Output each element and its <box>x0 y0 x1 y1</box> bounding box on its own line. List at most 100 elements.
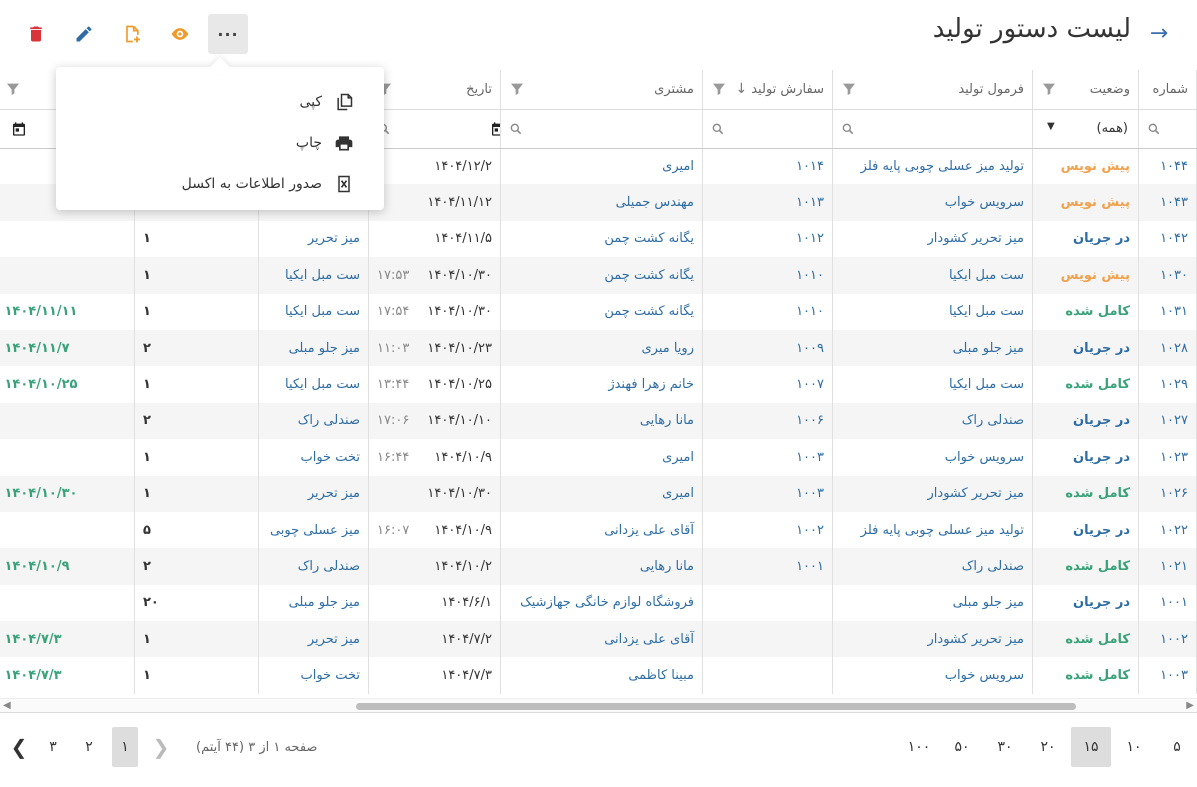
table-row[interactable]: ۱۰۲۱ کامل شده صندلی راک ۱۰۰۱ مانا رهایی ۱۴۰۴/… <box>0 548 1197 585</box>
cell-product[interactable]: ست مبل ایکیا <box>258 293 369 330</box>
edit-button[interactable] <box>64 14 104 54</box>
col-header-status[interactable]: وضعیت <box>1032 70 1139 110</box>
cell-formula[interactable]: سرویس خواب <box>832 184 1033 221</box>
page-size-option[interactable]: ۵ <box>1157 727 1197 767</box>
cell-product[interactable]: میز عسلی چوبی <box>258 511 369 549</box>
view-button[interactable] <box>160 14 200 54</box>
page-number-button[interactable]: ۳ <box>40 727 66 767</box>
cell-formula[interactable]: تولید میز عسلی چوبی پایه فلز <box>832 511 1033 549</box>
filter-icon[interactable] <box>1041 81 1057 97</box>
table-row[interactable]: ۱۰۳۱ کامل شده ست مبل ایکیا ۱۰۱۰ یگانه کشت چم… <box>0 293 1197 330</box>
prev-page-icon[interactable]: ❯ <box>148 727 174 767</box>
cell-formula[interactable]: سرویس خواب <box>832 657 1033 694</box>
cell-customer[interactable]: امیری <box>500 439 703 476</box>
page-size-option[interactable]: ۵۰ <box>942 727 982 767</box>
cell-product[interactable]: میز تحریر <box>258 621 369 658</box>
table-row[interactable]: ۱۰۰۳ کامل شده سرویس خواب مبینا کاظمی ۱۴۰۴/۷/… <box>0 657 1197 694</box>
col-header-customer[interactable]: مشتری <box>500 70 703 110</box>
col-header-number[interactable]: شماره <box>1138 70 1197 110</box>
table-row[interactable]: ۱۰۲۳ در جریان سرویس خواب ۱۰۰۳ امیری ۱۴۰۴/۱۰/۹… <box>0 439 1197 476</box>
table-row[interactable]: ۱۰۳۰ پیش نویس ست مبل ایکیا ۱۰۱۰ یگانه کشت چم… <box>0 257 1197 294</box>
cell-customer[interactable]: مبینا کاظمی <box>500 657 703 694</box>
cell-formula[interactable]: صندلی راک <box>832 402 1033 440</box>
cell-formula[interactable]: ست مبل ایکیا <box>832 293 1033 330</box>
table-row[interactable]: ۱۰۰۲ کامل شده میز تحریر کشودار آقای علی یزد… <box>0 621 1197 658</box>
cell-product[interactable]: صندلی راک <box>258 402 369 440</box>
scroll-left-icon[interactable]: ◀ <box>3 700 11 711</box>
cell-customer[interactable]: مانا رهایی <box>500 548 703 585</box>
table-row[interactable]: ۱۰۰۱ در جریان میز جلو مبلی فروشگاه لوازم خا… <box>0 584 1197 622</box>
cell-customer[interactable]: رویا میری <box>500 329 703 367</box>
col-header-order[interactable]: سفارش تولید↓ <box>702 70 833 110</box>
cell-formula[interactable]: ست مبل ایکیا <box>832 366 1033 403</box>
table-row[interactable]: ۱۰۴۲ در جریان میز تحریر کشودار ۱۰۱۲ یگانه کش… <box>0 220 1197 258</box>
filter-cell-formula[interactable] <box>832 109 1033 149</box>
table-row[interactable]: ۱۰۲۶ کامل شده میز تحریر کشودار ۱۰۰۳ امیری ۱۴۰… <box>0 475 1197 512</box>
cell-customer[interactable]: امیری <box>500 148 703 185</box>
cell-formula[interactable]: ست مبل ایکیا <box>832 257 1033 294</box>
calendar-icon[interactable] <box>11 121 27 137</box>
page-size-option[interactable]: ۱۵ <box>1071 727 1111 767</box>
cell-product[interactable]: میز جلو مبلی <box>258 584 369 622</box>
next-page-icon[interactable]: ❮ <box>6 727 32 767</box>
horizontal-scrollbar[interactable]: ◀ ▶ <box>0 698 1197 712</box>
table-row[interactable]: ۱۰۲۹ کامل شده ست مبل ایکیا ۱۰۰۷ خانم زهرا فه… <box>0 366 1197 403</box>
table-row[interactable]: ۱۰۲۲ در جریان تولید میز عسلی چوبی پایه فلز… <box>0 511 1197 549</box>
cell-formula[interactable]: میز تحریر کشودار <box>832 621 1033 658</box>
cell-formula[interactable]: میز تحریر کشودار <box>832 475 1033 512</box>
scroll-right-icon[interactable]: ▶ <box>1186 700 1194 711</box>
add-document-button[interactable] <box>112 14 152 54</box>
cell-product[interactable]: تخت خواب <box>258 439 369 476</box>
cell-formula[interactable]: تولید میز عسلی چوبی پایه فلز <box>832 148 1033 185</box>
page-size-option[interactable]: ۲۰ <box>1028 727 1068 767</box>
cell-customer[interactable]: مهندس جمیلی <box>500 184 703 221</box>
col-header-date[interactable]: تاریخ <box>368 70 501 110</box>
cell-formula[interactable]: میز جلو مبلی <box>832 329 1033 367</box>
page-size-option[interactable]: ۱۰۰ <box>899 727 939 767</box>
filter-icon[interactable] <box>841 81 857 97</box>
filter-icon[interactable] <box>711 81 727 97</box>
more-button[interactable]: ··· <box>208 14 248 54</box>
cell-product[interactable]: صندلی راک <box>258 548 369 585</box>
cell-product[interactable]: میز تحریر <box>258 475 369 512</box>
delete-button[interactable] <box>16 14 56 54</box>
cell-customer[interactable]: یگانه کشت چمن <box>500 220 703 258</box>
table-row[interactable]: ۱۰۲۸ در جریان میز جلو مبلی ۱۰۰۹ رویا میری ۱۴۰… <box>0 329 1197 367</box>
cell-customer[interactable]: آقای علی یزدانی <box>500 511 703 549</box>
menu-item-excel[interactable]: صدور اطلاعات به اکسل <box>56 163 384 204</box>
cell-formula[interactable]: میز تحریر کشودار <box>832 220 1033 258</box>
cell-customer[interactable]: یگانه کشت چمن <box>500 257 703 294</box>
filter-cell-order[interactable] <box>702 109 833 149</box>
cell-customer[interactable]: خانم زهرا فهندژ <box>500 366 703 403</box>
filter-cell-customer[interactable] <box>500 109 703 149</box>
cell-product[interactable]: میز جلو مبلی <box>258 329 369 367</box>
filter-cell-number[interactable] <box>1138 109 1197 149</box>
page-size-option[interactable]: ۱۰ <box>1114 727 1154 767</box>
cell-product[interactable]: تخت خواب <box>258 657 369 694</box>
filter-cell-status[interactable]: (همه) ▼ <box>1032 109 1139 149</box>
cell-product[interactable]: میز تحریر <box>258 220 369 258</box>
cell-formula[interactable]: سرویس خواب <box>832 439 1033 476</box>
menu-item-copy[interactable]: کپی <box>56 81 384 122</box>
cell-customer[interactable]: امیری <box>500 475 703 512</box>
cell-customer[interactable]: مانا رهایی <box>500 402 703 440</box>
page-number-button[interactable]: ۲ <box>76 727 102 767</box>
calendar-icon[interactable] <box>490 121 501 137</box>
col-header-formula[interactable]: فرمول تولید <box>832 70 1033 110</box>
page-number-button[interactable]: ۱ <box>112 727 138 767</box>
filter-cell-date[interactable] <box>368 109 501 149</box>
filter-icon[interactable] <box>509 81 525 97</box>
scrollbar-thumb[interactable] <box>356 703 1076 710</box>
table-row[interactable]: ۱۰۲۷ در جریان صندلی راک ۱۰۰۶ مانا رهایی ۱۴۰۴/… <box>0 402 1197 440</box>
back-arrow-icon[interactable]: → <box>1147 22 1171 46</box>
cell-product[interactable]: ست مبل ایکیا <box>258 257 369 294</box>
cell-formula[interactable]: میز جلو مبلی <box>832 584 1033 622</box>
page-size-option[interactable]: ۳۰ <box>985 727 1025 767</box>
cell-formula[interactable]: صندلی راک <box>832 548 1033 585</box>
cell-product[interactable]: ست مبل ایکیا <box>258 366 369 403</box>
cell-customer[interactable]: فروشگاه لوازم خانگی جهازشیک <box>500 584 703 622</box>
filter-icon[interactable] <box>5 81 21 97</box>
cell-customer[interactable]: آقای علی یزدانی <box>500 621 703 658</box>
menu-item-print[interactable]: چاپ <box>56 122 384 163</box>
cell-customer[interactable]: یگانه کشت چمن <box>500 293 703 330</box>
